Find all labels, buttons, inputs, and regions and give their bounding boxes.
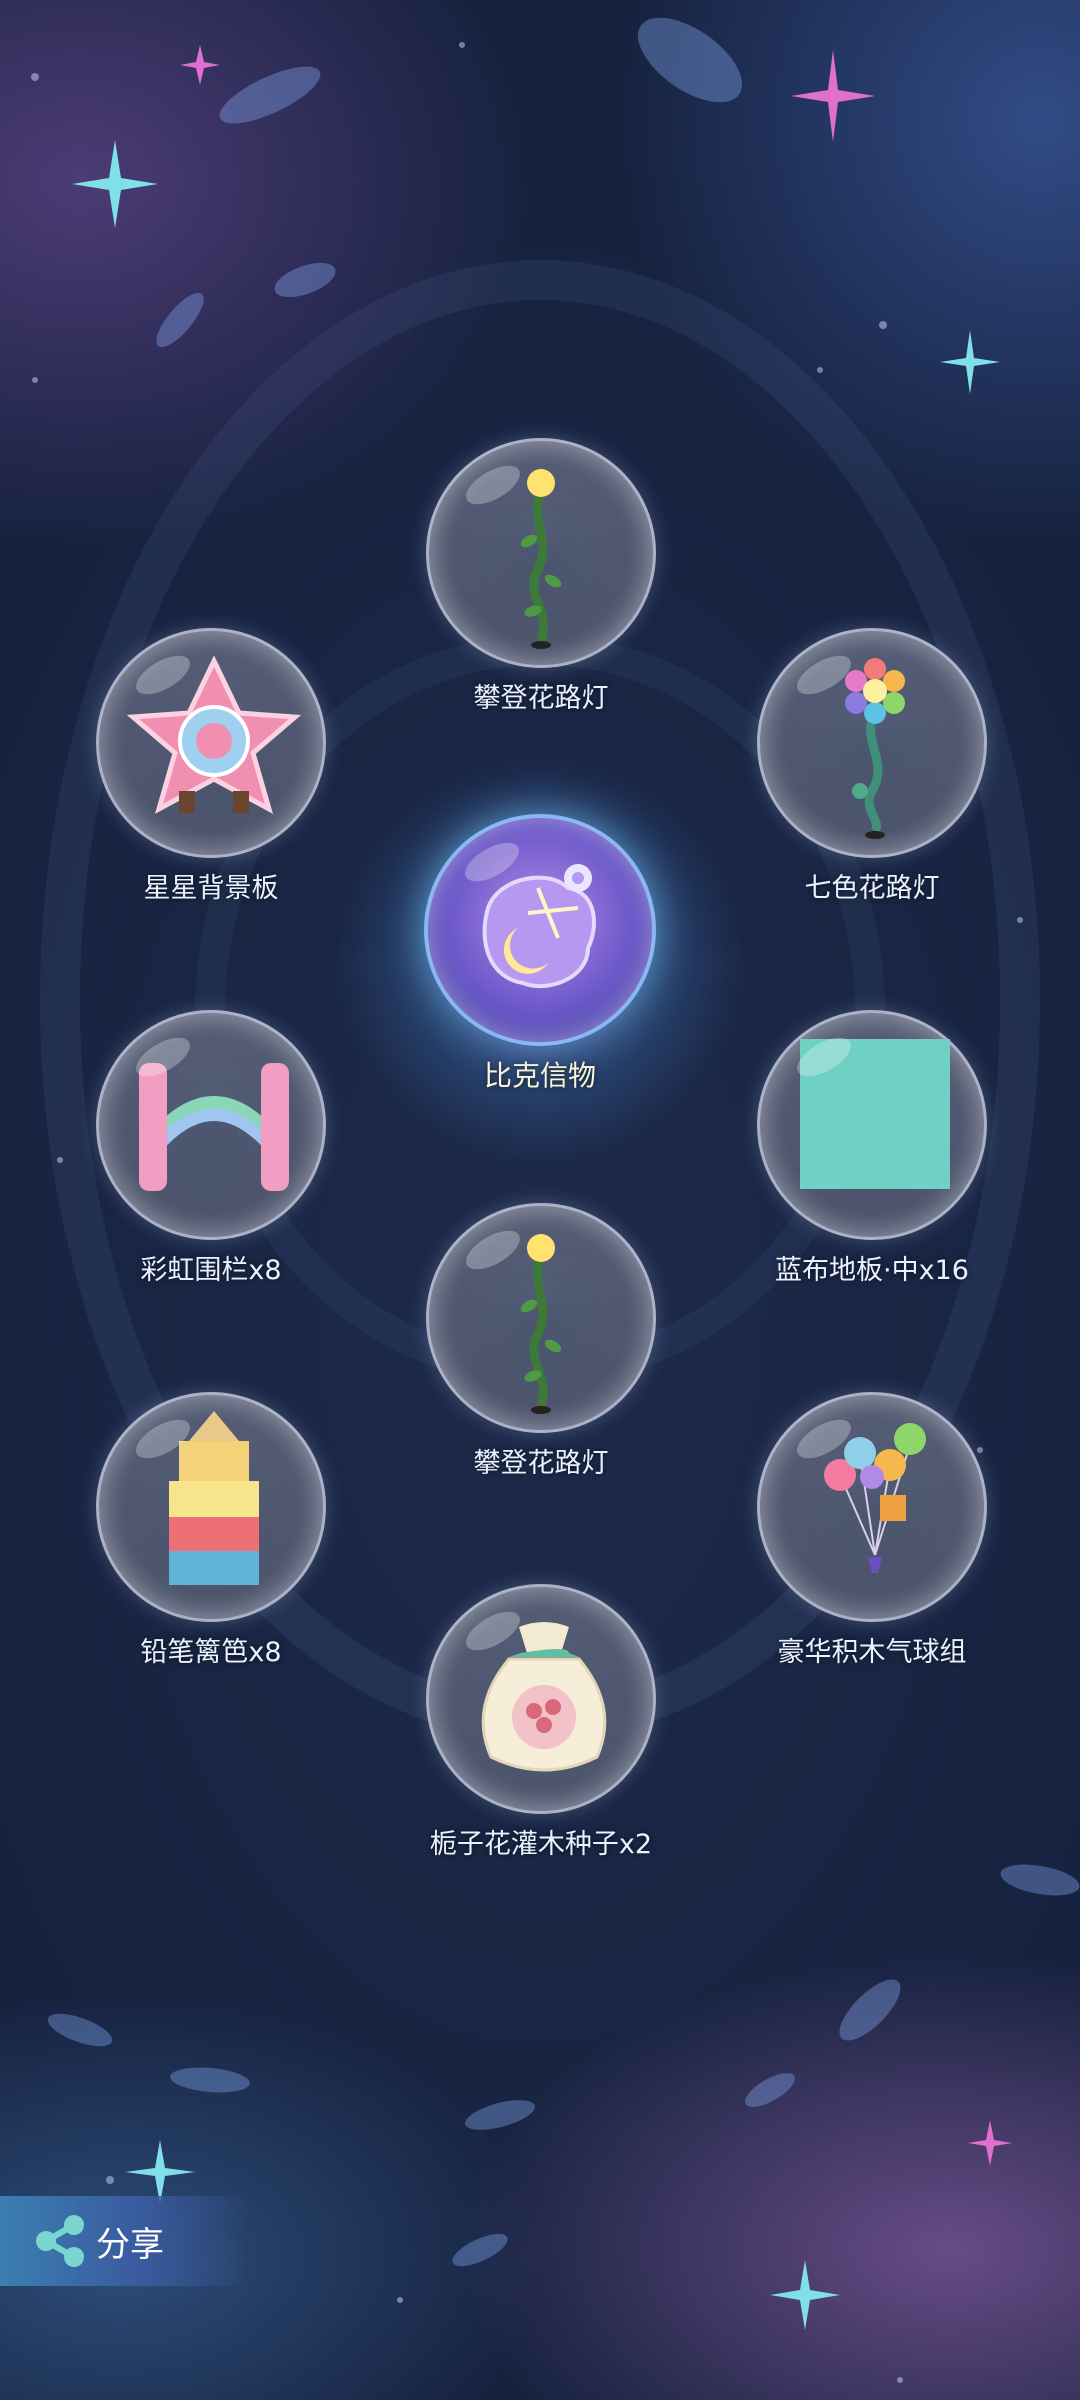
item-label: 七色花路灯	[804, 873, 940, 904]
item-label: 豪华积木气球组	[777, 1637, 967, 1668]
item-label: 星星背景板	[143, 873, 279, 904]
reward-screen: 攀登花路灯 星星背景板 七色花路灯 比克信物 彩虹围栏x8 蓝布地板·中x16 …	[0, 0, 1080, 2400]
reward-slot-climbing-lamp-top[interactable]: 攀登花路灯	[421, 438, 661, 738]
share-button[interactable]: 分享	[0, 2196, 250, 2286]
reward-slot-star-backdrop[interactable]: 星星背景板	[91, 628, 331, 928]
climbing-flower-lamp-icon	[520, 469, 562, 649]
item-label: 攀登花路灯	[473, 683, 609, 714]
blue-cloth-floor-icon	[800, 1039, 950, 1189]
reward-slot-climbing-lamp-bottom[interactable]: 攀登花路灯	[421, 1203, 661, 1503]
reward-bubble[interactable]	[426, 438, 656, 668]
rainbow-fence-icon	[139, 1063, 289, 1191]
item-label: 铅笔篱笆x8	[140, 1637, 282, 1668]
climbing-flower-lamp-icon	[520, 1234, 562, 1414]
item-label: 蓝布地板·中x16	[775, 1255, 969, 1286]
rainbow-flower-lamp-icon	[845, 658, 905, 839]
balloon-bunch-icon	[824, 1423, 926, 1573]
reward-bubble[interactable]	[757, 1010, 987, 1240]
reward-slot-center-token[interactable]: 比克信物	[420, 814, 660, 1114]
reward-bubble[interactable]	[757, 1392, 987, 1622]
reward-slot-seed-bag[interactable]: 栀子花灌木种子x2	[421, 1584, 661, 1884]
center-reward-bubble[interactable]	[424, 814, 656, 1046]
item-label: 栀子花灌木种子x2	[429, 1829, 653, 1860]
item-label: 彩虹围栏x8	[140, 1255, 282, 1286]
reward-slot-rainbow-fence[interactable]: 彩虹围栏x8	[91, 1010, 331, 1310]
reward-bubble[interactable]	[96, 628, 326, 858]
star-backdrop-icon	[126, 655, 302, 815]
reward-bubble[interactable]	[426, 1203, 656, 1433]
reward-bubble[interactable]	[426, 1584, 656, 1814]
item-label: 攀登花路灯	[473, 1448, 609, 1479]
reward-slot-rainbow-lamp[interactable]: 七色花路灯	[752, 628, 992, 928]
pencil-fence-icon	[169, 1411, 259, 1585]
reward-slot-balloon-bunch[interactable]: 豪华积木气球组	[752, 1392, 992, 1692]
reward-slot-pencil-fence[interactable]: 铅笔篱笆x8	[91, 1392, 331, 1692]
center-item-label: 比克信物	[483, 1059, 596, 1092]
reward-bubble[interactable]	[96, 1010, 326, 1240]
constellation-token-icon	[482, 864, 596, 989]
reward-bubble[interactable]	[96, 1392, 326, 1622]
share-label: 分享	[96, 2224, 164, 2265]
seed-bag-icon	[481, 1622, 607, 1772]
share-icon	[36, 2215, 84, 2267]
reward-bubble[interactable]	[757, 628, 987, 858]
reward-slot-blue-floor[interactable]: 蓝布地板·中x16	[752, 1010, 992, 1310]
